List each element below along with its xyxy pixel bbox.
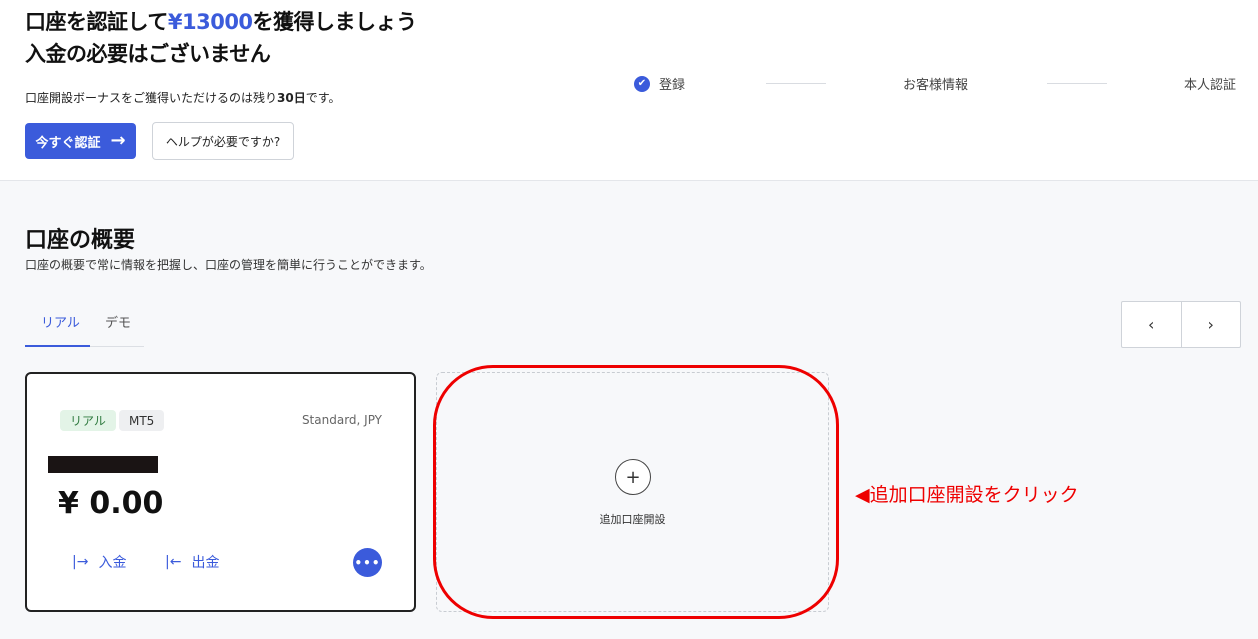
annotation-callout: ◀追加口座開設をクリック <box>855 484 1079 506</box>
deposit-button[interactable]: |→ 入金 <box>72 552 126 572</box>
step-label: 本人認証 <box>1184 78 1237 93</box>
help-button[interactable]: ヘルプが必要ですか? <box>152 122 294 160</box>
chevron-left-icon[interactable]: ‹ <box>1122 302 1181 347</box>
step-divider <box>1047 83 1107 84</box>
chevron-right-icon[interactable]: › <box>1180 302 1241 347</box>
annotation-highlight-ring <box>433 365 839 619</box>
days-remaining: 30日 <box>277 91 306 105</box>
account-currency-type: Standard, JPY <box>301 413 382 427</box>
platform-badge: MT5 <box>119 410 165 431</box>
redacted-account-number <box>48 456 158 473</box>
step-label: 登録 <box>659 78 686 93</box>
carousel-pager: ‹ › <box>1121 301 1241 348</box>
step-label: お客様情報 <box>903 78 969 93</box>
headline-text: 口座を認証して <box>25 10 168 34</box>
check-circle-icon: ✔ <box>634 75 650 92</box>
headline-text-end: を獲得しましょう <box>252 10 418 34</box>
headline-line2: 入金の必要はございません <box>25 42 271 66</box>
account-type-badge: リアル <box>60 410 116 431</box>
promo-headline: 口座を認証して¥13000を獲得しましょう 入金の必要はございません <box>25 6 417 70</box>
section-title: 口座の概要 <box>25 228 136 253</box>
more-options-icon[interactable]: ••• <box>353 548 382 577</box>
account-card[interactable]: リアル MT5 Standard, JPY ¥ 0.00 |→ 入金 |← 出金… <box>25 372 416 612</box>
step-identity-verification: 本人認証 <box>1184 74 1236 93</box>
verify-now-label: 今すぐ認証 <box>35 135 101 151</box>
tab-demo[interactable]: デモ <box>105 312 131 331</box>
deposit-icon: |→ <box>72 554 89 570</box>
sub-text-end: です。 <box>305 91 341 105</box>
withdraw-button[interactable]: |← 出金 <box>165 552 219 572</box>
bonus-remaining-text: 口座開設ボーナスをご獲得いただけるのは残り30日です。 <box>25 89 341 106</box>
bonus-amount: ¥13000 <box>167 10 253 34</box>
tab-real[interactable]: リアル <box>41 312 80 331</box>
account-tabs: リアル デモ <box>25 302 144 347</box>
section-subtitle: 口座の概要で常に情報を把握し、口座の管理を簡単に行うことができます。 <box>25 258 432 272</box>
step-divider <box>766 83 826 84</box>
deposit-label: 入金 <box>98 555 127 571</box>
withdraw-icon: |← <box>165 554 182 570</box>
account-balance: ¥ 0.00 <box>58 486 164 521</box>
withdraw-label: 出金 <box>191 555 220 571</box>
active-tab-indicator <box>25 345 90 347</box>
sub-text: 口座開設ボーナスをご獲得いただけるのは残り <box>25 91 278 105</box>
step-register: ✔ 登録 <box>634 74 685 93</box>
step-customer-info: お客様情報 <box>903 74 968 93</box>
arrow-right-icon: → <box>110 130 126 151</box>
verify-now-button[interactable]: 今すぐ認証 → <box>25 123 136 159</box>
verification-banner: 口座を認証して¥13000を獲得しましょう 入金の必要はございません 口座開設ボ… <box>0 0 1258 181</box>
